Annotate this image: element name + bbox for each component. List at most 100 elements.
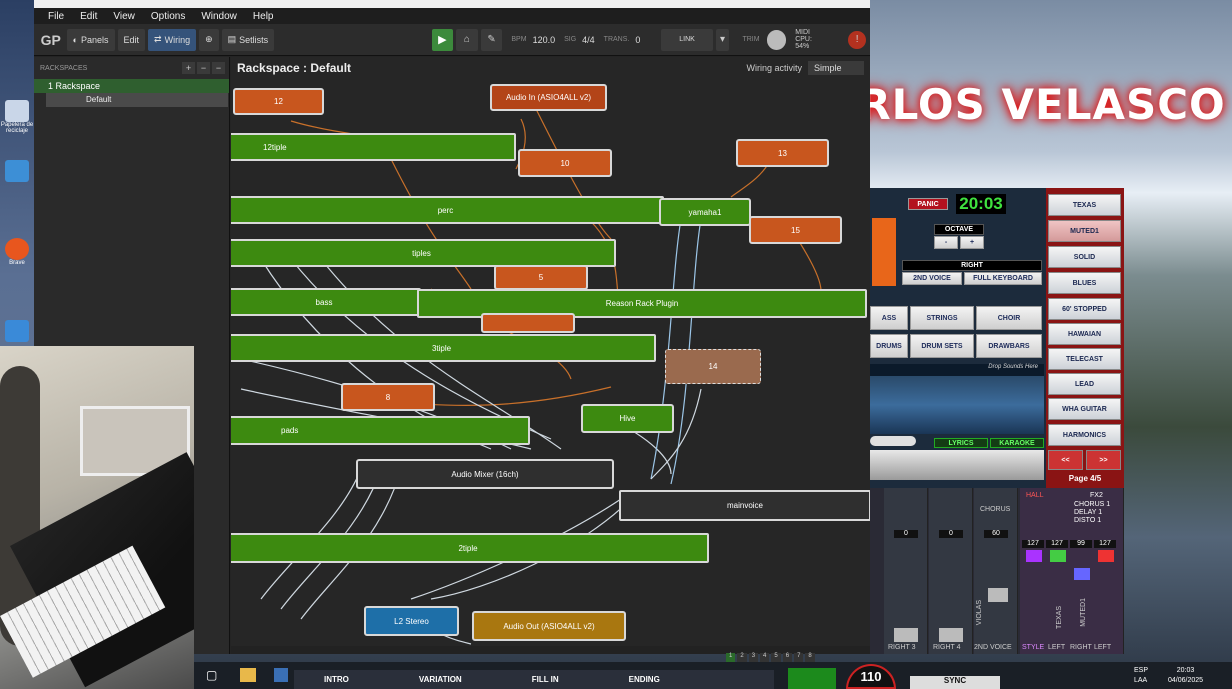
second-voice-button[interactable]: 2ND VOICE [902, 272, 962, 285]
page-3[interactable]: 3 [748, 653, 759, 662]
setlists-button[interactable]: ▤ Setlists [221, 28, 275, 51]
folder-icon[interactable] [0, 320, 34, 342]
plugin-node-perc[interactable]: perc [231, 196, 664, 224]
plugin-node-15[interactable]: 15 [749, 216, 842, 244]
ending-label[interactable]: ENDING [629, 675, 660, 684]
file-explorer-icon[interactable] [240, 668, 256, 682]
fader[interactable] [1098, 550, 1114, 562]
plugin-node-12tiple[interactable]: 12tiple [231, 133, 516, 161]
plugin-node-12[interactable]: 12 [233, 88, 324, 115]
variation-label[interactable]: VARIATION [419, 675, 462, 684]
style-60-stopped[interactable]: 60' STOPPED [1048, 298, 1121, 320]
audio-in-node[interactable]: Audio In (ASIO4ALL v2) [490, 84, 607, 111]
sig-value[interactable]: 4/4 [582, 35, 595, 45]
tray-language[interactable]: ESP LAA [1134, 666, 1148, 686]
variation-item[interactable]: Default [46, 93, 228, 107]
plugin-node-2tiple[interactable]: 2tiple [231, 533, 709, 563]
plugin-node-tiples[interactable]: tiples [231, 239, 616, 267]
page-7[interactable]: 7 [794, 653, 804, 662]
recycle-bin-icon[interactable]: Papelera de reciclaje [0, 100, 34, 134]
task-view-icon[interactable]: ▢ [206, 668, 220, 682]
sync-button[interactable]: SYNC [910, 676, 1000, 689]
menu-edit[interactable]: Edit [72, 11, 105, 22]
mixer-channel-2ndvoice[interactable]: CHORUS 60 VIOLAS 2ND VOICE [974, 488, 1018, 654]
master-volume-knob[interactable] [766, 29, 787, 50]
octave-up-button[interactable]: + [960, 236, 984, 249]
wiring-activity-select[interactable]: Simple [808, 61, 864, 75]
plugin-node-3tiple[interactable]: 3tiple [231, 334, 656, 362]
page-5[interactable]: 5 [771, 653, 781, 662]
choir-button[interactable]: CHOIR [976, 306, 1042, 330]
plugin-node-yamaha1[interactable]: yamaha1 [659, 198, 751, 226]
page-4[interactable]: 4 [760, 653, 770, 662]
mixer-channel-right3[interactable]: 0 RIGHT 3 [884, 488, 928, 654]
link-dropdown[interactable]: ▾ [715, 28, 730, 51]
app-icon[interactable] [0, 160, 34, 182]
audio-out-node[interactable]: Audio Out (ASIO4ALL v2) [472, 611, 626, 641]
sound-drop-area[interactable] [870, 376, 1044, 434]
wiring-button[interactable]: ⇄ Wiring [148, 28, 197, 51]
intro-label[interactable]: INTRO [324, 675, 349, 684]
plugin-node-5[interactable]: 5 [494, 265, 588, 290]
style-harmonics[interactable]: HARMONICS [1048, 424, 1121, 446]
audio-mixer-node[interactable]: Audio Mixer (16ch) [356, 459, 614, 489]
mainvoice-node[interactable]: mainvoice [619, 490, 870, 521]
menu-file[interactable]: File [40, 11, 72, 22]
collapse-button[interactable]: − [212, 62, 225, 74]
plugin-node-14[interactable]: 14 [665, 349, 761, 384]
mixer-channel-right4[interactable]: 0 RIGHT 4 [929, 488, 973, 654]
menu-help[interactable]: Help [245, 11, 282, 22]
style-blues[interactable]: BLUES [1048, 272, 1121, 294]
styles-next-button[interactable]: >> [1086, 450, 1121, 470]
fader[interactable] [1026, 550, 1042, 562]
page-1[interactable]: 1 [726, 653, 736, 662]
brave-icon[interactable]: Brave [0, 238, 34, 266]
page-2[interactable]: 2 [737, 653, 747, 662]
panic-arranger-button[interactable]: PANIC [908, 198, 948, 210]
plugin-node-8[interactable]: 8 [341, 383, 435, 411]
plugin-node-13[interactable]: 13 [736, 139, 829, 167]
page-8[interactable]: 8 [805, 653, 815, 662]
progress-slider[interactable] [870, 436, 916, 446]
menu-window[interactable]: Window [193, 11, 245, 22]
tools-button[interactable]: ✎ [480, 28, 503, 51]
fader[interactable] [894, 628, 918, 642]
l2-stereo-node[interactable]: L2 Stereo [364, 606, 459, 636]
tray-clock[interactable]: 20:03 04/06/2025 [1168, 666, 1203, 686]
plugin-node-hive[interactable]: Hive [581, 404, 674, 433]
style-wha-guitar[interactable]: WHA GUITAR [1048, 398, 1121, 420]
style-lead[interactable]: LEAD [1048, 373, 1121, 395]
bass-button[interactable]: ASS [870, 306, 908, 330]
play-button[interactable]: ▶ [431, 28, 454, 51]
fader[interactable] [939, 628, 963, 642]
style-telecast[interactable]: TELECAST [1048, 348, 1121, 370]
tempo-display[interactable]: 110 [846, 664, 896, 689]
panels-button[interactable]: ◐ Panels [66, 28, 115, 51]
strings-button[interactable]: STRINGS [910, 306, 974, 330]
plugin-node-hidden[interactable] [481, 313, 575, 333]
metronome-button[interactable]: ⌂ [456, 28, 478, 51]
style-hawaian[interactable]: HAWAIAN [1048, 323, 1121, 345]
style-texas[interactable]: TEXAS [1048, 194, 1121, 216]
fill-in-label[interactable]: FILL IN [532, 675, 559, 684]
plugin-node-10[interactable]: 10 [518, 149, 612, 177]
drum-sets-button[interactable]: DRUM SETS [910, 334, 974, 358]
octave-down-button[interactable]: - [934, 236, 958, 249]
bpm-value[interactable]: 120.0 [533, 35, 556, 45]
edit-button[interactable]: Edit [117, 28, 146, 51]
page-6[interactable]: 6 [782, 653, 793, 662]
full-keyboard-button[interactable]: FULL KEYBOARD [964, 272, 1042, 285]
link-button[interactable]: LINK [661, 28, 713, 51]
rackspace-item[interactable]: 1 Rackspace [34, 79, 229, 93]
drawbars-button[interactable]: DRAWBARS [976, 334, 1042, 358]
plugin-node-pads[interactable]: pads [231, 416, 530, 445]
menu-view[interactable]: View [105, 11, 143, 22]
fader[interactable] [1050, 550, 1066, 562]
style-muted1[interactable]: MUTED1 [1048, 220, 1121, 242]
globe-button[interactable]: ⊕ [199, 28, 219, 51]
karaoke-button[interactable]: KARAOKE [990, 438, 1044, 448]
drums-button[interactable]: DRUMS [870, 334, 908, 358]
menu-options[interactable]: Options [143, 11, 193, 22]
app-taskbar-icon[interactable] [274, 668, 288, 682]
fader[interactable] [988, 588, 1008, 602]
